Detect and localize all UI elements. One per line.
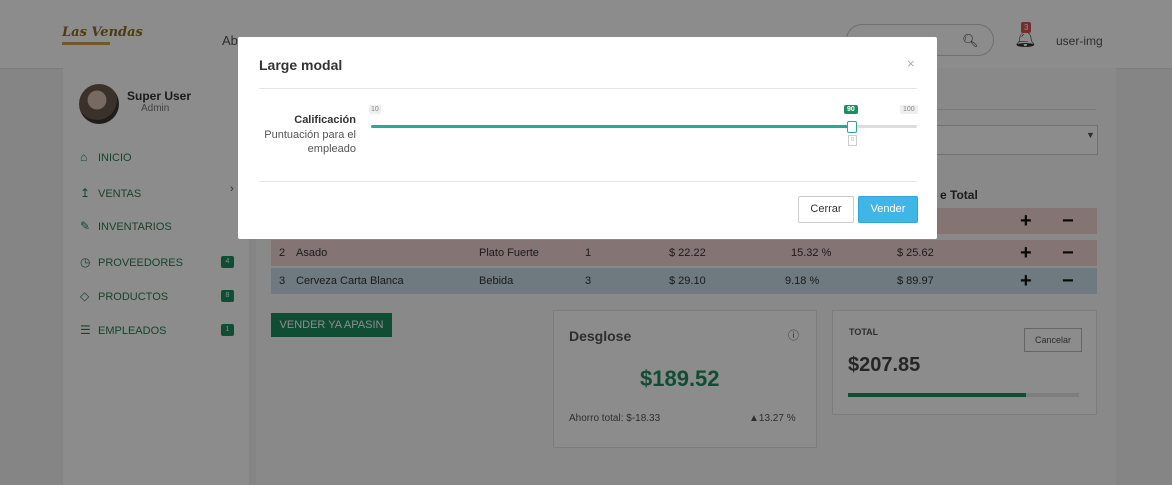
close-icon[interactable]: × <box>907 56 915 71</box>
rating-description-line: Puntuación para el <box>264 129 356 141</box>
close-button[interactable]: Cerrar <box>798 196 854 223</box>
modal-header-divider <box>259 88 917 89</box>
slider-max-label: 100 <box>900 105 918 114</box>
rating-description-line: empleado <box>307 143 356 155</box>
sell-button[interactable]: Vender <box>858 196 918 223</box>
slider-handle[interactable] <box>847 121 857 133</box>
slider-min-label: 10 <box>369 105 381 114</box>
modal-title: Large modal <box>259 57 343 73</box>
rating-description: Puntuación para el empleado <box>256 128 356 156</box>
rating-label: Calificación <box>294 114 356 126</box>
slider-value-label: 90 <box>844 105 858 114</box>
slider-tick-label: 0 <box>848 135 857 146</box>
rating-slider-fill <box>371 125 852 128</box>
modal-footer-divider <box>259 181 917 182</box>
